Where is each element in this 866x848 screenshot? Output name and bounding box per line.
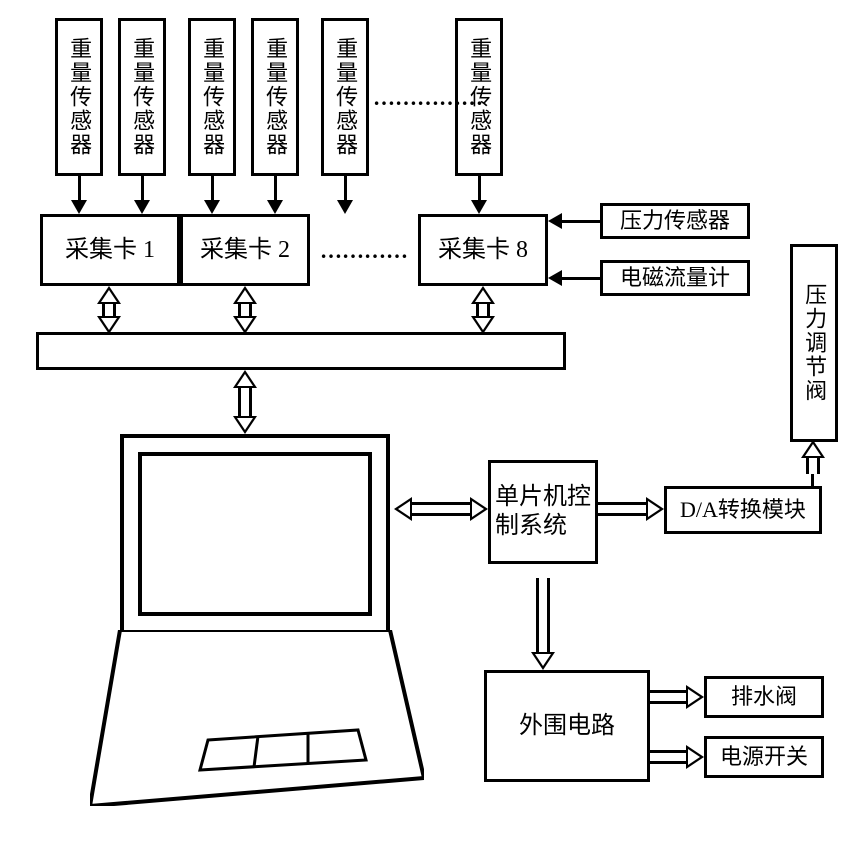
mcu-label: 单片机控制系统	[495, 483, 591, 541]
pressure-valve-box: 压力调节阀	[790, 244, 838, 442]
bus-bar	[36, 332, 566, 370]
acquisition-card-8: 采集卡 8	[418, 214, 548, 286]
card-label: 采集卡 1	[65, 236, 155, 265]
flow-meter-label: 电磁流量计	[620, 265, 730, 291]
mcu-controller-box: 单片机控制系统	[488, 460, 598, 564]
drain-valve-label: 排水阀	[731, 684, 797, 710]
weight-sensor-box-3: 重量传感器	[188, 18, 236, 176]
weight-sensor-box-2: 重量传感器	[118, 18, 166, 176]
power-switch-label: 电源开关	[720, 744, 808, 770]
weight-sensor-box-5: 重量传感器	[321, 18, 369, 176]
da-label: D/A转换模块	[680, 497, 806, 523]
weight-sensor-label: 重量传感器	[263, 37, 287, 157]
weight-sensor-label: 重量传感器	[130, 37, 154, 157]
pressure-sensor-label: 压力传感器	[620, 208, 730, 234]
acquisition-card-1: 采集卡 1	[40, 214, 180, 286]
card-label: 采集卡 2	[200, 236, 290, 265]
flow-meter-box: 电磁流量计	[600, 260, 750, 296]
peripheral-label: 外围电路	[519, 712, 615, 741]
acquisition-card-2: 采集卡 2	[180, 214, 310, 286]
card-ellipsis: …………	[320, 238, 408, 264]
power-switch-box: 电源开关	[704, 736, 824, 778]
laptop-icon	[90, 434, 420, 804]
da-module-box: D/A转换模块	[664, 486, 822, 534]
diagram-root: 重量传感器 重量传感器 重量传感器 重量传感器 重量传感器 重量传感器 ……………	[0, 0, 866, 848]
drain-valve-box: 排水阀	[704, 676, 824, 718]
weight-sensor-label: 重量传感器	[200, 37, 224, 157]
pressure-sensor-box: 压力传感器	[600, 203, 750, 239]
weight-sensor-label: 重量传感器	[67, 37, 91, 157]
weight-sensor-box-1: 重量传感器	[55, 18, 103, 176]
weight-sensor-box-4: 重量传感器	[251, 18, 299, 176]
pressure-valve-label: 压力调节阀	[802, 283, 826, 403]
peripheral-circuit-box: 外围电路	[484, 670, 650, 782]
sensor-ellipsis: ……………	[373, 85, 483, 111]
card-label: 采集卡 8	[438, 236, 528, 265]
weight-sensor-label: 重量传感器	[333, 37, 357, 157]
